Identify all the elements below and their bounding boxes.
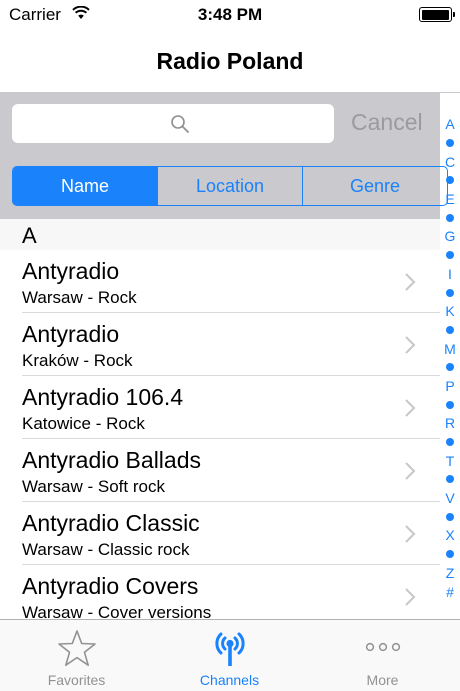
station-name: Antyradio Covers bbox=[22, 573, 199, 599]
station-name: Antyradio bbox=[22, 258, 120, 284]
index-dot-mark bbox=[446, 251, 454, 260]
star-icon bbox=[57, 630, 96, 667]
tab-label: More bbox=[366, 672, 399, 688]
index-dot-mark bbox=[446, 139, 454, 148]
index-letter[interactable]: X bbox=[440, 526, 460, 545]
index-letter[interactable]: E bbox=[440, 190, 460, 209]
index-dot[interactable] bbox=[440, 507, 460, 526]
chevron-right-icon bbox=[405, 588, 416, 606]
table-row[interactable]: Antyradio Ballads Warsaw - Soft rock bbox=[0, 439, 440, 502]
index-dot[interactable] bbox=[440, 470, 460, 489]
tab-channels[interactable]: Channels bbox=[153, 620, 306, 691]
index-dot-mark bbox=[446, 550, 454, 559]
index-dot[interactable] bbox=[440, 358, 460, 377]
chevron-right-icon bbox=[405, 273, 416, 291]
status-time: 3:48 PM bbox=[197, 5, 263, 24]
table-row[interactable]: Antyradio Warsaw - Rock bbox=[0, 250, 440, 313]
index-letter[interactable]: M bbox=[440, 339, 460, 358]
station-subtitle: Warsaw - Rock bbox=[22, 288, 137, 307]
battery-icon bbox=[419, 7, 455, 22]
antenna-icon bbox=[214, 632, 245, 666]
station-subtitle: Katowice - Rock bbox=[22, 414, 145, 433]
index-dot[interactable] bbox=[440, 208, 460, 227]
index-dot-mark bbox=[446, 288, 454, 297]
index-letter[interactable]: K bbox=[440, 302, 460, 321]
tab-favorites[interactable]: Favorites bbox=[0, 620, 153, 691]
section-header: A bbox=[0, 219, 440, 250]
status-bar: Carrier 3:48 PM bbox=[0, 0, 460, 32]
chevron-right-icon bbox=[405, 399, 416, 417]
index-dot[interactable] bbox=[440, 246, 460, 265]
chevron-right-icon bbox=[405, 462, 416, 480]
chevron-right-icon bbox=[405, 336, 416, 354]
index-dot-mark bbox=[446, 512, 454, 521]
section-index[interactable]: A C E G I K M P R T V X Z # bbox=[440, 115, 460, 601]
search-area: Cancel Name Location Genre bbox=[0, 93, 448, 219]
table-row[interactable]: Antyradio 106.4 Katowice - Rock bbox=[0, 376, 440, 439]
section-letter: A bbox=[22, 223, 37, 248]
index-dot[interactable] bbox=[440, 283, 460, 302]
index-dot-mark bbox=[446, 438, 454, 447]
index-dot[interactable] bbox=[440, 545, 460, 564]
index-dot-mark bbox=[446, 475, 454, 484]
index-dot-mark bbox=[446, 363, 454, 372]
index-letter[interactable]: I bbox=[440, 265, 460, 284]
segment-location[interactable]: Location bbox=[157, 167, 302, 205]
index-letter[interactable]: G bbox=[440, 227, 460, 246]
search-icon bbox=[171, 115, 189, 133]
index-dot-mark bbox=[446, 176, 454, 185]
station-subtitle: Kraków - Rock bbox=[22, 351, 133, 370]
index-letter[interactable]: P bbox=[440, 377, 460, 396]
station-name: Antyradio 106.4 bbox=[22, 384, 184, 410]
scope-segmented-control: Name Location Genre bbox=[12, 166, 448, 206]
index-dot[interactable] bbox=[440, 321, 460, 340]
search-input[interactable] bbox=[12, 104, 334, 143]
segment-name[interactable]: Name bbox=[13, 167, 157, 205]
index-letter[interactable]: R bbox=[440, 414, 460, 433]
index-letter[interactable]: A bbox=[440, 115, 460, 134]
tab-bar: Favorites Channels More bbox=[0, 619, 460, 691]
station-name: Antyradio Ballads bbox=[22, 447, 201, 473]
index-letter[interactable]: V bbox=[440, 489, 460, 508]
index-dot[interactable] bbox=[440, 395, 460, 414]
tab-label: Channels bbox=[199, 672, 260, 688]
station-name: Antyradio bbox=[22, 321, 120, 347]
index-letter[interactable]: T bbox=[440, 451, 460, 470]
index-letter[interactable]: # bbox=[440, 582, 460, 601]
index-dot[interactable] bbox=[440, 433, 460, 452]
index-letter[interactable]: C bbox=[440, 152, 460, 171]
table-row[interactable]: Antyradio Classic Warsaw - Classic rock bbox=[0, 502, 440, 565]
index-dot-mark bbox=[446, 325, 454, 334]
chevron-right-icon bbox=[405, 525, 416, 543]
table-row[interactable]: Antyradio Kraków - Rock bbox=[0, 313, 440, 376]
cancel-button[interactable]: Cancel bbox=[351, 109, 423, 136]
navigation-bar: Radio Poland bbox=[0, 32, 460, 93]
tab-more[interactable]: More bbox=[306, 620, 459, 691]
tab-label: Favorites bbox=[47, 672, 106, 688]
index-letter[interactable]: Z bbox=[440, 564, 460, 583]
station-subtitle: Warsaw - Soft rock bbox=[22, 477, 165, 496]
index-dot[interactable] bbox=[440, 171, 460, 190]
segment-genre[interactable]: Genre bbox=[302, 167, 447, 205]
page-title: Radio Poland bbox=[156, 48, 304, 74]
index-dot-mark bbox=[446, 213, 454, 222]
station-name: Antyradio Classic bbox=[22, 510, 200, 536]
index-dot-mark bbox=[446, 400, 454, 409]
index-dot[interactable] bbox=[440, 134, 460, 153]
station-subtitle: Warsaw - Classic rock bbox=[22, 540, 190, 559]
more-dots-icon bbox=[365, 642, 400, 652]
